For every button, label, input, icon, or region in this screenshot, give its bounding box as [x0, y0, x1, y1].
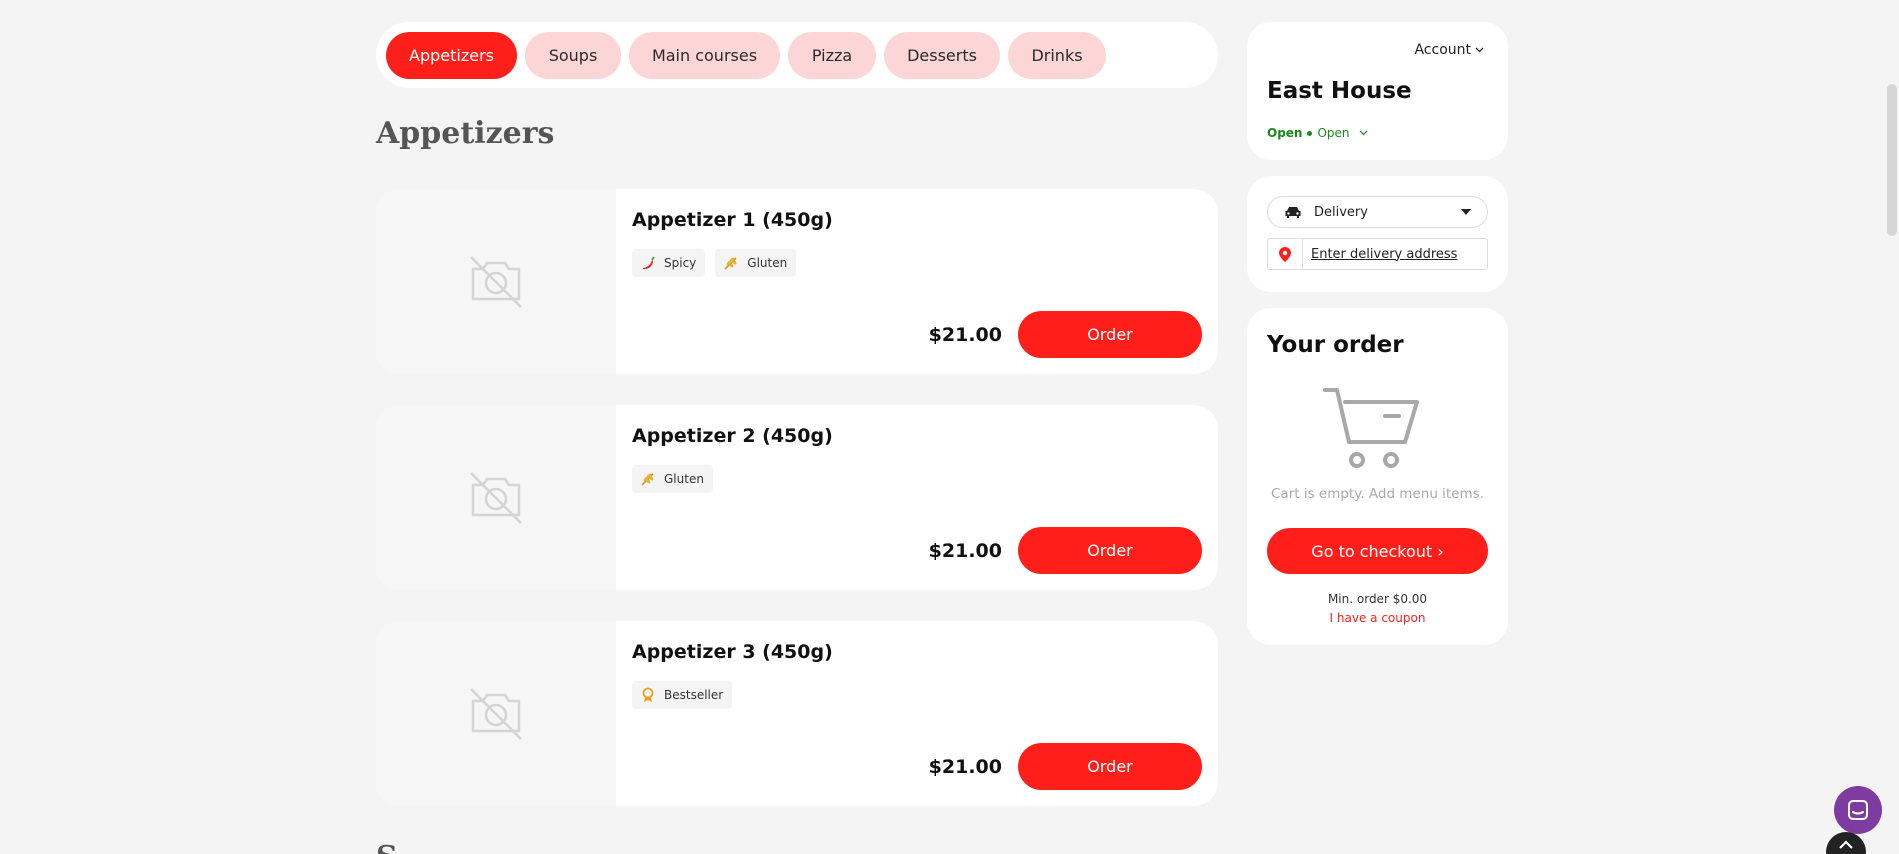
wheat-icon	[724, 257, 737, 270]
delivery-panel: Delivery Enter delivery address	[1247, 176, 1508, 292]
category-tab-appetizers[interactable]: Appetizers	[386, 31, 517, 79]
product-card: Appetizer 3 (450g) Bestseller $21.00 Ord…	[376, 621, 1218, 806]
scroll-to-top-button[interactable]	[1826, 832, 1866, 854]
next-section-title: S	[376, 840, 398, 854]
section-title: Appetizers	[376, 116, 555, 151]
product-price: $21.00	[928, 540, 1002, 562]
product-name: Appetizer 2 (450g)	[632, 425, 833, 447]
product-price: $21.00	[928, 324, 1002, 346]
no-photo-icon	[470, 687, 522, 740]
product-price: $21.00	[928, 756, 1002, 778]
delivery-address-field[interactable]: Enter delivery address	[1267, 238, 1488, 270]
tag-label: Gluten	[747, 256, 788, 270]
category-tab-pizza[interactable]: Pizza	[788, 31, 876, 79]
chevron-down-icon	[1475, 47, 1484, 53]
cart-icon	[1323, 388, 1419, 468]
chevron-down-icon	[1359, 130, 1367, 136]
chat-icon	[1848, 800, 1868, 820]
cart-empty-message: Cart is empty. Add menu items.	[1271, 486, 1484, 502]
status-label: Open	[1267, 126, 1303, 140]
product-tag: Spicy	[632, 249, 706, 277]
tag-label: Bestseller	[664, 688, 724, 702]
no-image-placeholder	[376, 621, 616, 806]
chevron-up-icon	[1839, 840, 1853, 849]
product-name: Appetizer 3 (450g)	[632, 641, 833, 663]
category-tab-drinks[interactable]: Drinks	[1008, 31, 1106, 79]
product-tag: Bestseller	[632, 681, 733, 709]
checkout-button[interactable]: Go to checkout ›	[1267, 528, 1488, 574]
min-order-text: Min. order $0.00	[1327, 592, 1428, 606]
store-panel: Account East House Open Open	[1247, 22, 1508, 160]
product-name: Appetizer 1 (450g)	[632, 209, 833, 231]
chat-button[interactable]	[1834, 786, 1882, 834]
category-tab-desserts[interactable]: Desserts	[884, 31, 1000, 79]
award-icon	[642, 687, 654, 702]
order-title: Your order	[1267, 332, 1404, 358]
product-card: Appetizer 1 (450g) Spicy Gluten $21.00 O…	[376, 189, 1218, 374]
chili-icon	[643, 256, 655, 270]
scrollbar[interactable]	[1885, 0, 1899, 854]
account-menu[interactable]: Account	[1414, 42, 1484, 58]
status-text: Open	[1317, 126, 1350, 140]
product-tag: Gluten	[632, 465, 713, 493]
category-tab-soups[interactable]: Soups	[525, 31, 621, 79]
order-button[interactable]: Order	[1018, 527, 1202, 574]
account-label: Account	[1414, 42, 1471, 58]
wheat-icon	[641, 473, 654, 486]
order-panel: Your order Cart is empty. Add menu items…	[1247, 308, 1508, 645]
category-tab-main-courses[interactable]: Main courses	[629, 31, 780, 79]
delivery-address-label: Enter delivery address	[1311, 246, 1458, 262]
tag-label: Gluten	[664, 472, 704, 486]
status-dot	[1307, 130, 1313, 136]
store-name: East House	[1267, 78, 1412, 104]
store-status[interactable]: Open Open	[1267, 126, 1368, 140]
no-photo-icon	[470, 471, 522, 524]
product-card: Appetizer 2 (450g) Gluten $21.00 Order	[376, 405, 1218, 590]
product-tag: Gluten	[715, 249, 797, 277]
scrollbar-thumb[interactable]	[1887, 84, 1897, 236]
order-button[interactable]: Order	[1018, 743, 1202, 790]
order-button[interactable]: Order	[1018, 311, 1202, 358]
caret-down-icon	[1461, 209, 1471, 215]
category-bar: Appetizers Soups Main courses Pizza Dess…	[376, 22, 1218, 88]
coupon-link[interactable]: I have a coupon	[1247, 611, 1508, 625]
location-pin-icon	[1268, 239, 1303, 269]
no-image-placeholder	[376, 405, 616, 590]
tag-label: Spicy	[664, 256, 697, 270]
car-icon	[1285, 207, 1301, 218]
no-image-placeholder	[376, 189, 616, 374]
delivery-mode-label: Delivery	[1314, 204, 1368, 220]
delivery-mode-select[interactable]: Delivery	[1267, 196, 1488, 228]
no-photo-icon	[470, 255, 522, 308]
